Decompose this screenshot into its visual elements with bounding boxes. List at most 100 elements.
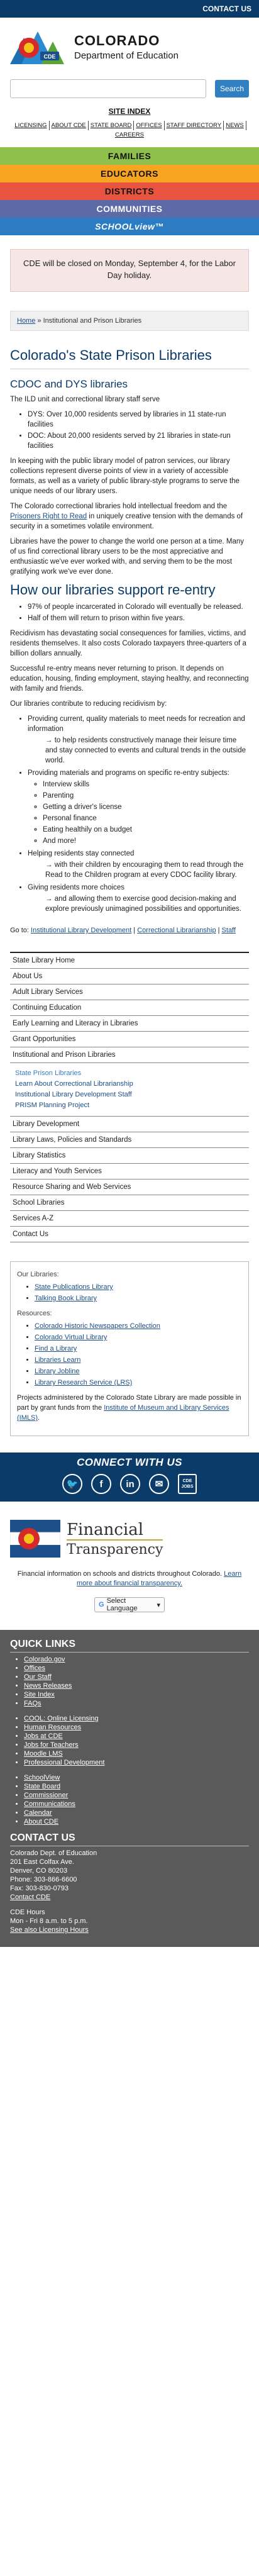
financial-transparency-banner[interactable]: Financial Transparency <box>0 1502 259 1564</box>
footer-link[interactable]: Our Staff <box>24 1673 52 1681</box>
language-select-label: Select Language <box>106 1597 138 1612</box>
nav-item-library-statistics[interactable]: Library Statistics <box>10 1148 249 1164</box>
toplink-licensing[interactable]: LICENSING <box>13 121 50 130</box>
site-index-link[interactable]: SITE INDEX <box>109 107 151 116</box>
list-item: DOC: About 20,000 residents served by 21… <box>28 431 249 451</box>
list-item: Providing materials and programs on spec… <box>28 768 249 846</box>
financial-description: Financial information on schools and dis… <box>17 1570 242 1587</box>
email-icon[interactable]: ✉ <box>149 1474 169 1494</box>
footer-link[interactable]: COOL: Online Licensing <box>24 1715 99 1722</box>
linkedin-icon[interactable]: in <box>120 1474 140 1494</box>
resource-link[interactable]: Libraries Learn <box>35 1356 80 1364</box>
logo-title: COLORADO <box>74 33 160 48</box>
footer-link[interactable]: About CDE <box>24 1818 58 1826</box>
nav-item-state-library-home[interactable]: State Library Home <box>10 953 249 969</box>
footer-link[interactable]: Commissioner <box>24 1792 68 1799</box>
sub-list-item: Personal finance <box>43 813 249 823</box>
schoolview-nav[interactable]: SCHOOLview™ <box>0 218 259 235</box>
goto-institutional-library-development[interactable]: Institutional Library Development <box>31 927 131 934</box>
nav-item-library-development[interactable]: Library Development <box>10 1117 249 1132</box>
footer-link[interactable]: Moodle LMS <box>24 1750 63 1758</box>
footer-link[interactable]: Human Resources <box>24 1724 81 1731</box>
toplink-state-board[interactable]: STATE BOARD <box>89 121 135 130</box>
districts-nav[interactable]: DISTRICTS <box>0 182 259 200</box>
paragraph-contribute: Our libraries contribute to reducing rec… <box>10 700 167 708</box>
nav-item-continuing-education[interactable]: Continuing Education <box>10 1000 249 1016</box>
imls-note: Projects administered by the Colorado St… <box>17 1394 241 1422</box>
footer-link[interactable]: Colorado.gov <box>24 1656 65 1663</box>
cde-jobs-icon[interactable]: CDE JOBS <box>178 1474 197 1494</box>
nav-item-about-us[interactable]: About Us <box>10 969 249 984</box>
nav-item-early-learning[interactable]: Early Learning and Literacy in Libraries <box>10 1016 249 1032</box>
footer-link[interactable]: News Releases <box>24 1682 72 1690</box>
footer-link[interactable]: SchoolView <box>24 1774 60 1781</box>
contribution-list: Providing current, quality materials to … <box>10 714 249 914</box>
nav-subitem-correctional-librarianship[interactable]: Learn About Correctional Librarianship <box>15 1079 244 1090</box>
toplink-news[interactable]: NEWS <box>224 121 246 130</box>
colorado-flag-logo-icon: CDE <box>10 31 64 64</box>
sub-list-item: Getting a driver's license <box>43 802 249 812</box>
footer-link[interactable]: Professional Development <box>24 1759 104 1766</box>
search-input[interactable] <box>10 79 206 98</box>
section-cdoc-dys-title: CDOC and DYS libraries <box>10 378 128 390</box>
resource-link[interactable]: Find a Library <box>35 1345 77 1352</box>
sub-list-item: to help residents constructively manage … <box>45 735 249 766</box>
contact-us-link[interactable]: CONTACT US <box>202 4 251 13</box>
resource-link[interactable]: Library Research Service (LRS) <box>35 1379 132 1386</box>
nav-item-institutional-prison-libraries[interactable]: Institutional and Prison Libraries <box>10 1047 249 1063</box>
toplink-about-cde[interactable]: ABOUT CDE <box>50 121 89 130</box>
nav-item-library-laws[interactable]: Library Laws, Policies and Standards <box>10 1132 249 1148</box>
nav-subitem-development-staff[interactable]: Institutional Library Development Staff <box>15 1090 244 1100</box>
footer-link[interactable]: Communications <box>24 1800 75 1808</box>
resource-link[interactable]: Colorado Historic Newspapers Collection <box>35 1322 160 1330</box>
nav-subgroup: State Prison Libraries Learn About Corre… <box>10 1063 249 1117</box>
cde-badge-text: CDE <box>43 53 55 60</box>
footer-link[interactable]: Site Index <box>24 1691 55 1698</box>
nav-subitem-state-prison-libraries[interactable]: State Prison Libraries <box>15 1068 244 1079</box>
nav-item-contact-us[interactable]: Contact Us <box>10 1227 249 1242</box>
section-intro: The ILD unit and correctional library st… <box>10 396 160 403</box>
toplink-offices[interactable]: OFFICES <box>134 121 165 130</box>
families-nav[interactable]: FAMILIES <box>0 147 259 165</box>
twitter-icon[interactable]: 🐦 <box>62 1474 82 1494</box>
footer-link[interactable]: State Board <box>24 1783 60 1790</box>
nav-item-grant-opportunities[interactable]: Grant Opportunities <box>10 1032 249 1047</box>
prisoners-right-to-read-link[interactable]: Prisoners Right to Read <box>10 513 87 520</box>
footer-link[interactable]: Jobs for Teachers <box>24 1741 79 1749</box>
toplink-staff-directory[interactable]: STAFF DIRECTORY <box>165 121 224 130</box>
colorado-flag-icon <box>10 1520 60 1558</box>
sub-list-item: Parenting <box>43 791 249 801</box>
page-title: Colorado's State Prison Libraries <box>10 347 212 363</box>
footer-link[interactable]: FAQs <box>24 1700 41 1707</box>
search-button[interactable]: Search <box>215 80 249 98</box>
libraries-resources-box: Our Libraries: State Publications Librar… <box>10 1261 249 1436</box>
resource-link[interactable]: Colorado Virtual Library <box>35 1334 107 1341</box>
resource-link[interactable]: Library Jobline <box>35 1368 80 1375</box>
main-content: Colorado's State Prison Libraries CDOC a… <box>0 347 259 935</box>
resources-heading: Resources: <box>17 1310 52 1317</box>
nav-item-services-a-z[interactable]: Services A-Z <box>10 1211 249 1227</box>
nav-item-literacy-youth[interactable]: Literacy and Youth Services <box>10 1164 249 1179</box>
sub-list-item: with their children by encouraging them … <box>45 860 249 880</box>
toplink-careers[interactable]: CAREERS <box>113 130 146 140</box>
state-publications-library-link[interactable]: State Publications Library <box>35 1283 113 1291</box>
contact-cde-link[interactable]: Contact CDE <box>10 1893 50 1901</box>
goto-staff[interactable]: Staff <box>222 927 236 934</box>
language-select[interactable]: G Select Language ▾ <box>94 1597 165 1612</box>
licensing-hours-link[interactable]: See also Licensing Hours <box>10 1926 89 1934</box>
footer-link[interactable]: Jobs at CDE <box>24 1732 63 1740</box>
nav-item-resource-sharing[interactable]: Resource Sharing and Web Services <box>10 1179 249 1195</box>
goto-correctional-librarianship[interactable]: Correctional Librarianship <box>137 927 216 934</box>
footer-link[interactable]: Offices <box>24 1664 45 1672</box>
breadcrumb-home[interactable]: Home <box>17 317 35 325</box>
educators-nav[interactable]: EDUCATORS <box>0 165 259 182</box>
cde-logo[interactable]: CDE <box>10 26 68 64</box>
talking-book-library-link[interactable]: Talking Book Library <box>35 1295 97 1302</box>
list-item: Half of them will return to prison withi… <box>28 613 249 623</box>
facebook-icon[interactable]: f <box>91 1474 111 1494</box>
nav-subitem-prism[interactable]: PRISM Planning Project <box>15 1100 244 1111</box>
nav-item-school-libraries[interactable]: School Libraries <box>10 1195 249 1211</box>
nav-item-adult-library-services[interactable]: Adult Library Services <box>10 984 249 1000</box>
communities-nav[interactable]: COMMUNITIES <box>0 200 259 218</box>
footer-link[interactable]: Calendar <box>24 1809 52 1817</box>
